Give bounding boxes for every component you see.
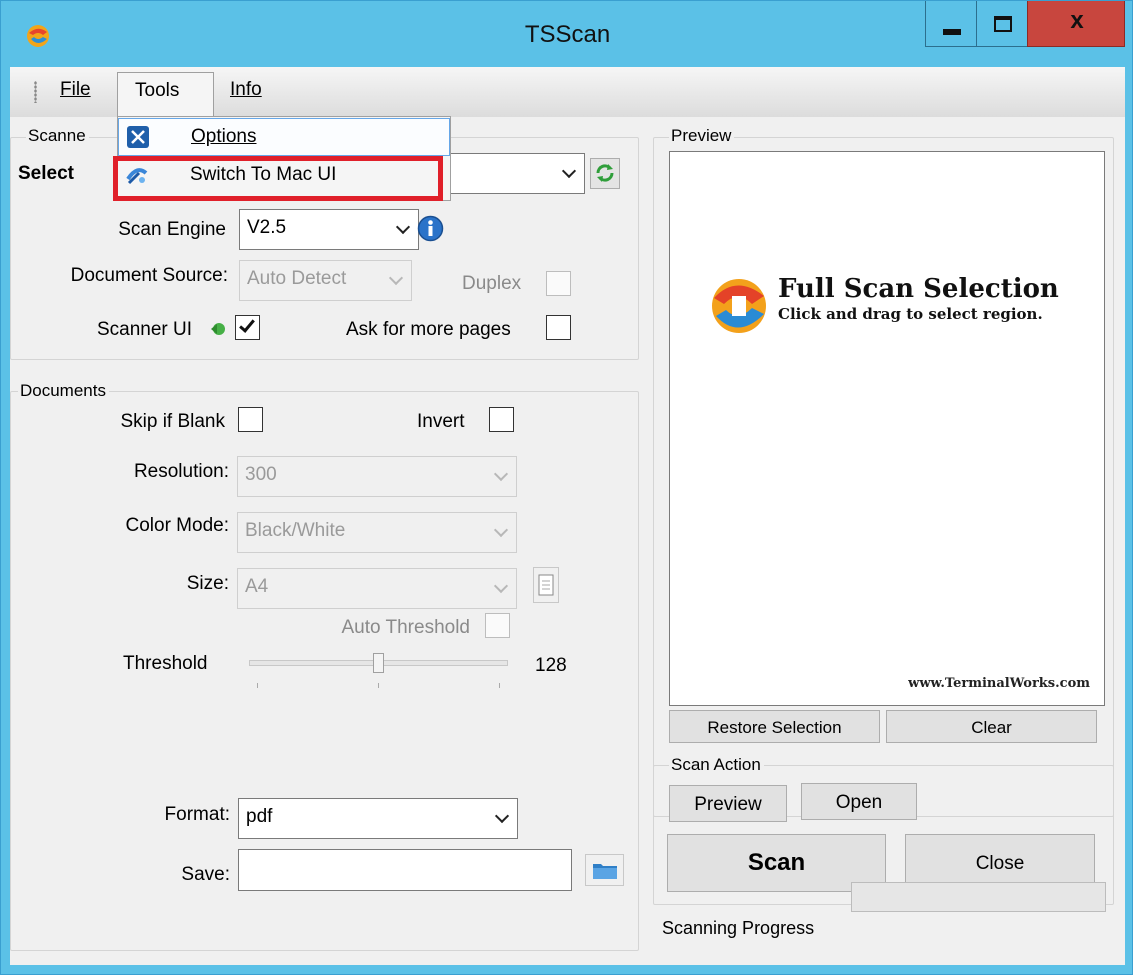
menu-grip-icon: [34, 81, 37, 103]
skip-blank-label: Skip if Blank: [120, 411, 225, 432]
threshold-slider[interactable]: [249, 651, 508, 691]
close-window-button[interactable]: x: [1027, 1, 1125, 47]
close-icon: x: [1070, 7, 1084, 34]
size-label: Size:: [186, 573, 229, 594]
preview-url: www.TerminalWorks.com: [908, 676, 1090, 691]
resolution-value: 300: [245, 464, 277, 485]
chevron-down-icon: [495, 525, 507, 537]
chevron-down-icon: [563, 166, 575, 178]
folder-icon: [592, 864, 617, 879]
scanner-group-legend: Scanne: [26, 126, 89, 146]
chevron-down-icon: [495, 581, 507, 593]
menu-file[interactable]: File: [60, 79, 91, 101]
duplex-checkbox[interactable]: [546, 271, 571, 296]
page-icon: [538, 574, 554, 596]
format-label: Format:: [164, 804, 230, 825]
menu-bar: File Tools Info: [10, 67, 1125, 117]
color-mode-label: Color Mode:: [125, 515, 230, 536]
open-button-label: Open: [835, 792, 883, 813]
checkmark-icon: [239, 316, 255, 333]
tsscan-window: TSScan x File Tools Info Scanne Select S…: [0, 0, 1133, 975]
threshold-value: 128: [535, 655, 567, 676]
chevron-down-icon: [496, 811, 508, 823]
custom-size-button[interactable]: [533, 567, 559, 603]
color-mode-value: Black/White: [245, 520, 346, 541]
slider-tick: [378, 683, 379, 688]
document-source-label: Document Source:: [70, 265, 228, 286]
scan-engine-select[interactable]: V2.5: [239, 209, 419, 250]
preview-group-legend: Preview: [669, 126, 735, 146]
color-mode-select[interactable]: Black/White: [237, 512, 517, 553]
preview-subheading: Click and drag to select region.: [778, 305, 1043, 323]
menu-info[interactable]: Info: [230, 79, 262, 101]
save-label: Save:: [181, 864, 230, 885]
client-area: File Tools Info Scanne Select Scan Engin…: [10, 67, 1125, 965]
refresh-scanners-button[interactable]: [590, 158, 620, 189]
ask-more-pages-label: Ask for more pages: [346, 319, 511, 340]
clear-button[interactable]: Clear: [886, 710, 1097, 743]
skip-blank-checkbox[interactable]: [238, 407, 263, 432]
scan-engine-value: V2.5: [247, 217, 287, 238]
slider-tick: [499, 683, 500, 688]
preview-canvas[interactable]: Full Scan Selection Click and drag to se…: [669, 151, 1105, 706]
refresh-icon: [596, 164, 614, 182]
options-tools-icon: [127, 126, 149, 148]
resolution-label: Resolution:: [133, 461, 229, 482]
preview-button[interactable]: Preview: [669, 785, 787, 822]
open-button[interactable]: Open: [801, 783, 917, 820]
slider-thumb[interactable]: [373, 653, 384, 673]
format-select[interactable]: pdf: [238, 798, 518, 839]
invert-checkbox[interactable]: [489, 407, 514, 432]
menu-tools-label: Tools: [135, 80, 180, 101]
slider-tick: [257, 683, 258, 688]
size-value: A4: [245, 576, 269, 597]
menu-item-options[interactable]: Options: [118, 118, 450, 156]
resolution-select[interactable]: 300: [237, 456, 517, 497]
maximize-icon: [994, 16, 1012, 32]
scanning-progress-label: Scanning Progress: [662, 918, 815, 938]
scanner-ui-arrow-icon: [211, 323, 225, 335]
auto-threshold-label: Auto Threshold: [341, 617, 470, 638]
threshold-label: Threshold: [123, 653, 208, 674]
size-select[interactable]: A4: [237, 568, 517, 609]
minimize-icon: [943, 29, 961, 35]
menu-item-options-label: Options: [191, 126, 257, 147]
documents-group-legend: Documents: [18, 381, 109, 401]
preview-heading: Full Scan Selection: [778, 274, 1059, 304]
chevron-down-icon: [390, 273, 402, 285]
scan-engine-label: Scan Engine: [118, 219, 226, 240]
duplex-label: Duplex: [462, 273, 522, 294]
maximize-button[interactable]: [976, 1, 1028, 47]
auto-threshold-checkbox[interactable]: [485, 613, 510, 638]
chevron-down-icon: [397, 222, 409, 234]
terminalworks-logo: [712, 279, 766, 333]
save-path-input[interactable]: [238, 849, 572, 891]
invert-label: Invert: [417, 411, 465, 432]
browse-folder-button[interactable]: [585, 854, 624, 886]
info-icon[interactable]: [417, 215, 444, 242]
scanning-progress-bar: [851, 882, 1106, 912]
scan-action-group-legend: Scan Action: [669, 755, 764, 775]
restore-selection-button[interactable]: Restore Selection: [669, 710, 880, 743]
scanner-ui-label: Scanner UI: [96, 319, 192, 340]
document-source-value: Auto Detect: [247, 268, 347, 289]
format-value: pdf: [246, 806, 273, 827]
preview-button-label: Preview: [694, 794, 762, 815]
ask-more-pages-checkbox[interactable]: [546, 315, 571, 340]
minimize-button[interactable]: [925, 1, 977, 47]
menu-tools[interactable]: Tools: [117, 72, 214, 117]
chevron-down-icon: [495, 469, 507, 481]
highlight-annotation: [113, 156, 443, 201]
scanner-ui-checkbox[interactable]: [235, 315, 260, 340]
document-source-select[interactable]: Auto Detect: [239, 260, 412, 301]
close-button-label: Close: [975, 853, 1025, 874]
scan-button-label: Scan: [747, 849, 806, 876]
title-bar[interactable]: TSScan x: [1, 1, 1133, 67]
select-scanner-label: Select: [18, 163, 74, 184]
